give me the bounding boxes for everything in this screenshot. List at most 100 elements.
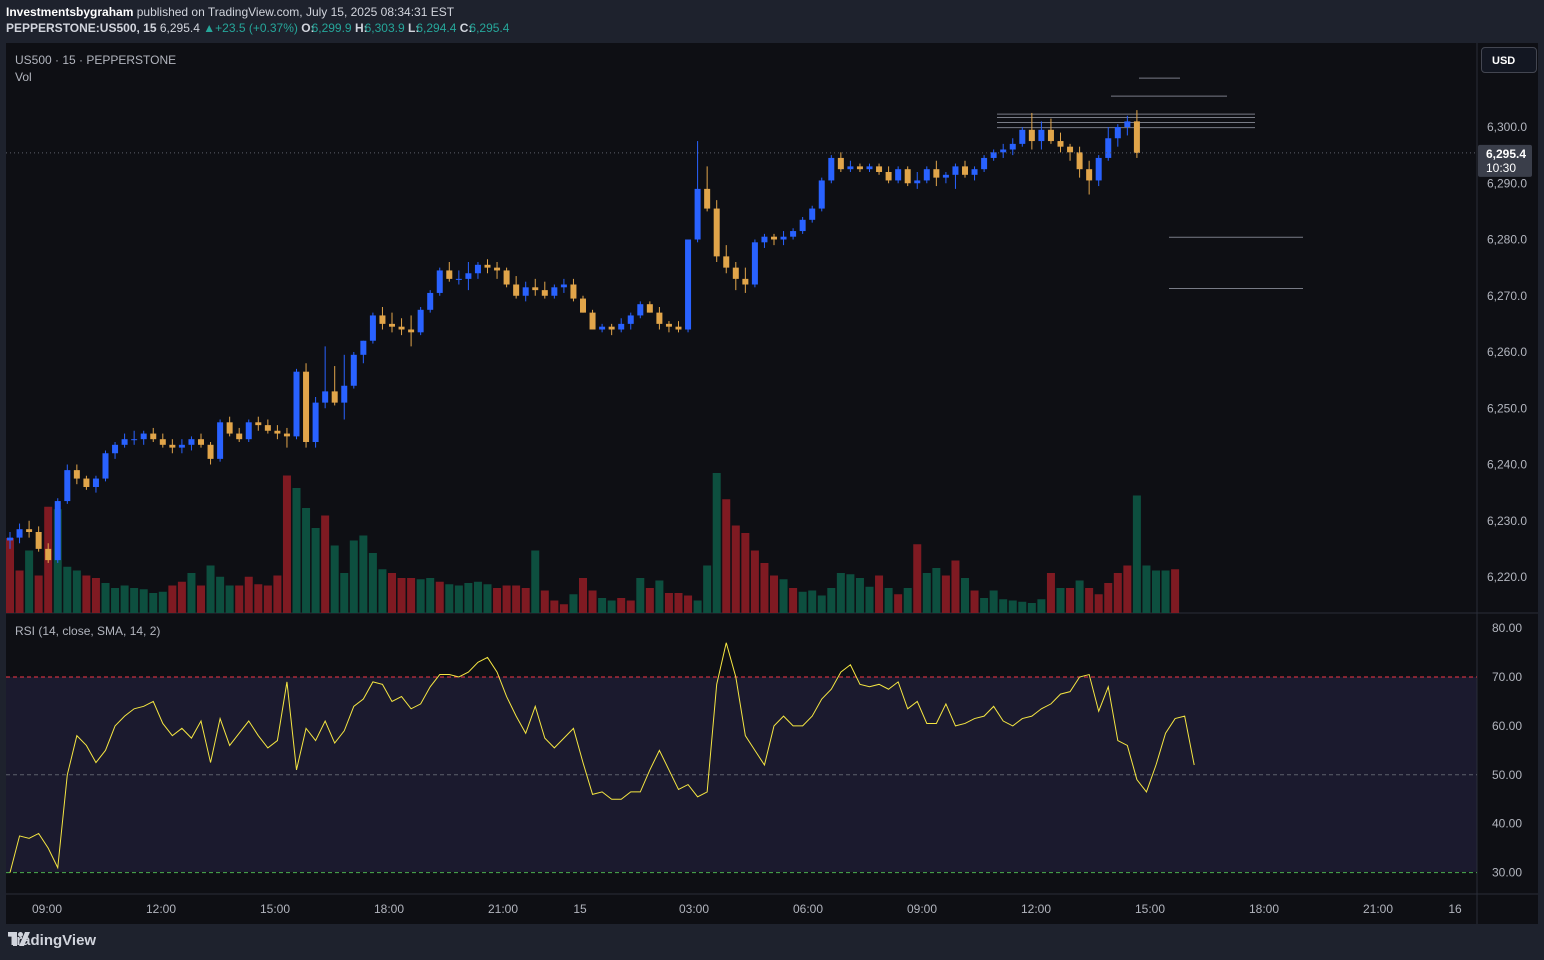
volume-bar bbox=[407, 578, 416, 613]
volume-bar bbox=[483, 584, 492, 613]
candle-body bbox=[417, 309, 424, 333]
candle-body bbox=[408, 329, 415, 333]
price-tick-label: 6,270.0 bbox=[1487, 289, 1527, 303]
chart-area[interactable]: 6,300.0 6,290.0 6,280.0 6,270.0 6,260.0 6,250… bbox=[6, 43, 1538, 924]
volume-bar bbox=[1171, 569, 1180, 613]
volume-bar bbox=[731, 525, 740, 613]
candle-body bbox=[780, 236, 787, 240]
rsi-tick-label: 60.00 bbox=[1492, 719, 1522, 733]
volume-bar bbox=[559, 604, 568, 613]
candle-body bbox=[198, 439, 204, 445]
volume-bar bbox=[789, 588, 798, 613]
footer-brand[interactable]: TradingView bbox=[8, 932, 96, 949]
candle-body bbox=[685, 239, 692, 330]
volume-bar bbox=[1152, 570, 1160, 613]
volume-bar bbox=[216, 576, 225, 613]
volume-bar bbox=[741, 533, 750, 613]
symbol-label[interactable]: PEPPERSTONE:US500, 15 bbox=[6, 21, 157, 35]
volume-legend[interactable]: Vol bbox=[15, 70, 32, 84]
volume-bar bbox=[512, 585, 521, 613]
volume-bar bbox=[779, 579, 788, 613]
volume-bar bbox=[340, 573, 349, 613]
volume-bar bbox=[607, 600, 616, 613]
candle-body bbox=[150, 433, 157, 440]
candle-body bbox=[188, 439, 195, 445]
volume-bar bbox=[540, 590, 549, 613]
volume-bar bbox=[798, 591, 807, 613]
volume-bar bbox=[951, 560, 960, 613]
currency-button[interactable]: USD bbox=[1481, 47, 1537, 73]
volume-bar bbox=[1085, 588, 1094, 613]
rsi-legend[interactable]: RSI (14, close, SMA, 14, 2) bbox=[15, 624, 160, 638]
candle-body bbox=[637, 304, 644, 316]
candle-body bbox=[1095, 157, 1102, 181]
author-name[interactable]: Investmentsbygraham bbox=[6, 5, 133, 19]
candle-body bbox=[704, 188, 711, 209]
candle-body bbox=[952, 166, 959, 175]
price-tick-label: 6,290.0 bbox=[1487, 176, 1527, 190]
volume-bar bbox=[302, 508, 311, 613]
candle-body bbox=[513, 284, 520, 296]
volume-bar bbox=[884, 588, 893, 613]
volume-bar bbox=[502, 585, 511, 613]
candle-body bbox=[914, 180, 921, 184]
volume-bar bbox=[875, 575, 884, 613]
price-axis[interactable]: 6,300.0 6,290.0 6,280.0 6,270.0 6,260.0 6,250… bbox=[1487, 120, 1527, 584]
volume-bar bbox=[846, 574, 855, 613]
time-tick-label: 16 bbox=[1448, 902, 1462, 916]
candle-body bbox=[885, 172, 892, 181]
volume-bar bbox=[168, 585, 177, 613]
volume-bar bbox=[617, 598, 626, 613]
volume-bar bbox=[273, 575, 282, 613]
volume-bar bbox=[922, 573, 931, 613]
candle-body bbox=[140, 433, 147, 440]
candle-body bbox=[331, 391, 338, 403]
candle-body bbox=[474, 264, 481, 274]
volume-bar bbox=[321, 515, 330, 613]
rsi-tick-label: 50.00 bbox=[1492, 768, 1522, 782]
rsi-tick-label: 30.00 bbox=[1492, 866, 1522, 880]
volume-bar bbox=[932, 568, 941, 613]
volume-bar bbox=[244, 576, 253, 613]
volume-bar bbox=[569, 594, 578, 613]
volume-bar bbox=[703, 565, 712, 613]
candle-body bbox=[379, 315, 386, 324]
candle-body bbox=[876, 166, 883, 172]
volume-bar bbox=[6, 538, 14, 613]
candle-body bbox=[541, 290, 548, 296]
candle-body bbox=[962, 166, 968, 175]
chart-canvas[interactable]: 6,300.0 6,290.0 6,280.0 6,270.0 6,260.0 6,250… bbox=[6, 43, 1538, 924]
candle-body bbox=[1000, 149, 1007, 153]
candle-body bbox=[713, 208, 720, 257]
candle-body bbox=[398, 326, 405, 330]
candle-body bbox=[1124, 121, 1131, 127]
volume-bar bbox=[1046, 573, 1055, 613]
candle-body bbox=[64, 470, 71, 502]
price-tick-label: 6,250.0 bbox=[1487, 401, 1527, 415]
time-tick-label: 09:00 bbox=[907, 902, 937, 916]
volume-bar bbox=[1113, 573, 1122, 613]
candle-body bbox=[264, 425, 271, 431]
rsi-tick-label: 80.00 bbox=[1492, 621, 1522, 635]
rsi-axis[interactable]: 80.00 70.00 60.00 50.00 40.00 30.00 bbox=[1492, 621, 1522, 880]
candle-body bbox=[503, 270, 510, 285]
volume-bar bbox=[82, 575, 91, 613]
candle-body bbox=[837, 157, 844, 170]
candle-body bbox=[580, 298, 586, 313]
time-axis[interactable]: 09:00 12:00 15:00 18:00 21:00 15 03:00 06:00 09:… bbox=[32, 902, 1462, 916]
last-price-tag-countdown: 10:30 bbox=[1486, 161, 1516, 175]
candle-body bbox=[618, 323, 625, 330]
price-tick-label: 6,230.0 bbox=[1487, 514, 1527, 528]
candle-body bbox=[283, 433, 290, 437]
volume-bar bbox=[311, 528, 320, 613]
main-series-legend[interactable]: US500 · 15 · PEPPERSTONE bbox=[15, 53, 176, 67]
volume-bar bbox=[684, 595, 693, 613]
candle-body bbox=[522, 287, 529, 296]
open-value: 6,299.9 bbox=[311, 21, 352, 35]
volume-bar bbox=[158, 591, 167, 613]
candle-body bbox=[1114, 127, 1121, 139]
time-tick-label: 12:00 bbox=[146, 902, 176, 916]
volume-bar bbox=[817, 595, 826, 613]
volume-bar bbox=[999, 599, 1008, 613]
volume-bar bbox=[330, 545, 339, 613]
